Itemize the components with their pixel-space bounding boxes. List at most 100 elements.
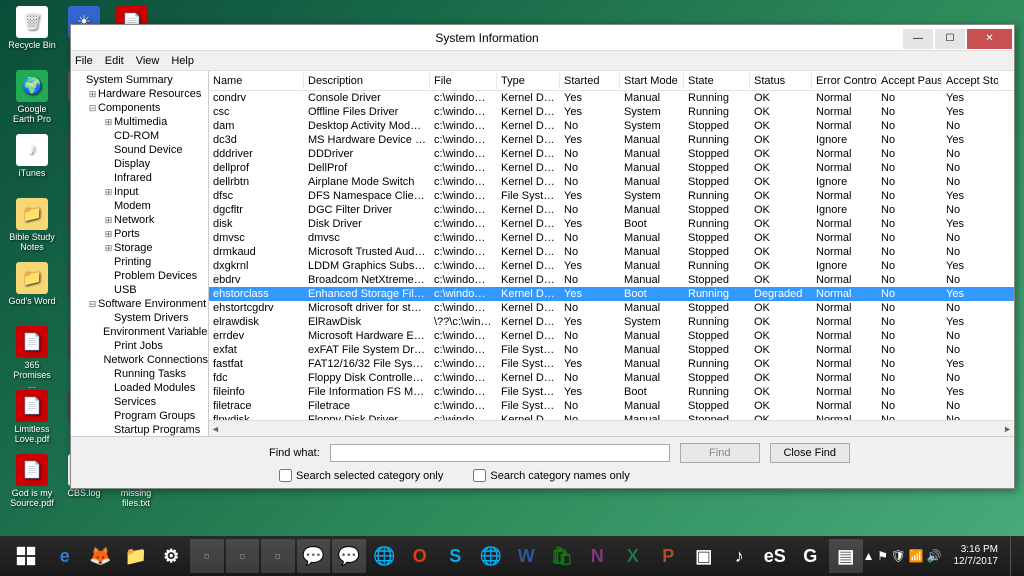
desktop-icon[interactable]: 🗑Recycle Bin xyxy=(8,6,56,50)
taskbar-app[interactable]: N xyxy=(581,539,615,573)
taskbar-app[interactable]: 💬 xyxy=(297,539,331,573)
desktop-icon[interactable]: 📄God is my Source.pdf xyxy=(8,454,56,508)
tray-icon[interactable]: ▲ xyxy=(863,549,875,563)
column-header[interactable]: Start Mode xyxy=(620,73,684,89)
taskbar-app[interactable]: 💬 xyxy=(332,539,366,573)
expand-icon[interactable]: ⊞ xyxy=(103,187,114,198)
tree-node[interactable]: Services xyxy=(71,395,208,409)
taskbar-app[interactable]: ▤ xyxy=(829,539,863,573)
column-header[interactable]: Accept Pause xyxy=(877,73,942,89)
menu-file[interactable]: File xyxy=(75,55,93,67)
expand-icon[interactable]: ⊞ xyxy=(103,117,114,128)
taskbar-app[interactable]: eS xyxy=(758,539,792,573)
tree-node[interactable]: Startup Programs xyxy=(71,423,208,436)
desktop-icon[interactable]: 📄Limitless Love.pdf xyxy=(8,390,56,444)
taskbar-app[interactable]: ▫ xyxy=(261,539,295,573)
table-row[interactable]: drmkaudMicrosoft Trusted Audio Driversc:… xyxy=(209,245,1014,259)
expand-icon[interactable]: ⊟ xyxy=(87,299,98,310)
tray-icon[interactable]: 🔊 xyxy=(927,549,942,563)
table-row[interactable]: exfatexFAT File System Driverc:\windows\… xyxy=(209,343,1014,357)
expand-icon[interactable]: ⊞ xyxy=(87,89,98,100)
tree-node[interactable]: CD-ROM xyxy=(71,129,208,143)
tray-icon[interactable]: ⚑ xyxy=(877,549,888,563)
find-input[interactable] xyxy=(330,444,670,462)
tree-node[interactable]: ⊞Network xyxy=(71,213,208,227)
taskbar-app[interactable]: ▫ xyxy=(226,539,260,573)
table-row[interactable]: dxgkrnlLDDM Graphics Subsystemc:\windows… xyxy=(209,259,1014,273)
table-row[interactable]: fileinfoFile Information FS MiniFilterc:… xyxy=(209,385,1014,399)
tree-node[interactable]: Printing xyxy=(71,255,208,269)
search-selected-checkbox[interactable]: Search selected category only xyxy=(279,469,443,482)
tree-node[interactable]: USB xyxy=(71,283,208,297)
tree-node[interactable]: ⊞Hardware Resources xyxy=(71,87,208,101)
taskbar-app[interactable]: ▣ xyxy=(687,539,721,573)
tree-node[interactable]: Display xyxy=(71,157,208,171)
column-header[interactable]: Started xyxy=(560,73,620,89)
table-row[interactable]: dddriverDDDriverc:\windows\s…Kernel Driv… xyxy=(209,147,1014,161)
table-row[interactable]: fdcFloppy Disk Controller Driverc:\windo… xyxy=(209,371,1014,385)
tree-node[interactable]: Network Connections xyxy=(71,353,208,367)
expand-icon[interactable]: ⊟ xyxy=(87,103,98,114)
table-row[interactable]: dellprofDellProfc:\windows\s…Kernel Driv… xyxy=(209,161,1014,175)
column-header[interactable]: State xyxy=(684,73,750,89)
desktop-icon[interactable]: ♪iTunes xyxy=(8,134,56,178)
tray-icon[interactable]: 🛡 xyxy=(891,549,906,563)
titlebar[interactable]: System Information — ☐ ✕ xyxy=(71,25,1014,51)
tree-node[interactable]: Print Jobs xyxy=(71,339,208,353)
taskbar-app[interactable]: ⚙ xyxy=(155,539,189,573)
minimize-button[interactable]: — xyxy=(903,29,933,49)
table-row[interactable]: condrvConsole Driverc:\windows\s…Kernel … xyxy=(209,91,1014,105)
tree-node[interactable]: System Drivers xyxy=(71,311,208,325)
table-row[interactable]: filetraceFiletracec:\windows\s…File Syst… xyxy=(209,399,1014,413)
column-header[interactable]: Accept Stop xyxy=(942,73,999,89)
tree-node[interactable]: Problem Devices xyxy=(71,269,208,283)
table-row[interactable]: diskDisk Driverc:\windows\s…Kernel Drive… xyxy=(209,217,1014,231)
tree-node[interactable]: ⊞Storage xyxy=(71,241,208,255)
desktop-icon[interactable]: 📁Bible Study Notes xyxy=(8,198,56,252)
expand-icon[interactable]: ⊞ xyxy=(103,229,114,240)
tree-node[interactable]: ⊟Software Environment xyxy=(71,297,208,311)
desktop-icon[interactable]: 📁God's Word xyxy=(8,262,56,306)
table-row[interactable]: ehstorclassEnhanced Storage Filter Drive… xyxy=(209,287,1014,301)
tree-node[interactable]: Running Tasks xyxy=(71,367,208,381)
tree-node[interactable]: Sound Device xyxy=(71,143,208,157)
menu-edit[interactable]: Edit xyxy=(105,55,124,67)
clock[interactable]: 3:16 PM 12/7/2017 xyxy=(948,544,1005,568)
system-tray[interactable]: ▲ ⚑ 🛡 📶 🔊 3:16 PM 12/7/2017 xyxy=(863,536,1020,576)
taskbar-app[interactable]: X xyxy=(616,539,650,573)
desktop-icon[interactable]: 🌍Google Earth Pro xyxy=(8,70,56,124)
column-header[interactable]: Description xyxy=(304,73,430,89)
find-button[interactable]: Find xyxy=(680,443,760,463)
close-find-button[interactable]: Close Find xyxy=(770,443,850,463)
tree-node[interactable]: Program Groups xyxy=(71,409,208,423)
tree-node[interactable]: System Summary xyxy=(71,73,208,87)
taskbar-app[interactable]: 📁 xyxy=(119,539,153,573)
category-tree[interactable]: System Summary⊞Hardware Resources⊟Compon… xyxy=(71,71,209,436)
table-row[interactable]: elrawdiskElRawDisk\??\c:\windo…Kernel Dr… xyxy=(209,315,1014,329)
tree-node[interactable]: ⊞Ports xyxy=(71,227,208,241)
menu-help[interactable]: Help xyxy=(171,55,194,67)
table-row[interactable]: damDesktop Activity Moderator Dr…c:\wind… xyxy=(209,119,1014,133)
table-row[interactable]: flpydiskFloppy Disk Driverc:\windows\s…K… xyxy=(209,413,1014,420)
tree-node[interactable]: Infrared xyxy=(71,171,208,185)
table-row[interactable]: dgcfltrDGC Filter Driverc:\windows\s…Ker… xyxy=(209,203,1014,217)
table-row[interactable]: errdevMicrosoft Hardware Error Dev…c:\wi… xyxy=(209,329,1014,343)
grid-body[interactable]: condrvConsole Driverc:\windows\s…Kernel … xyxy=(209,91,1014,420)
tree-node[interactable]: Loaded Modules xyxy=(71,381,208,395)
tree-node[interactable]: ⊟Components xyxy=(71,101,208,115)
taskbar-app[interactable]: P xyxy=(652,539,686,573)
taskbar-app[interactable]: 🦊 xyxy=(84,539,118,573)
horizontal-scrollbar[interactable]: ◄► xyxy=(209,420,1014,436)
search-names-checkbox[interactable]: Search category names only xyxy=(473,469,629,482)
table-row[interactable]: dellrbtnAirplane Mode Switchc:\windows\s… xyxy=(209,175,1014,189)
tray-icon[interactable]: 📶 xyxy=(909,549,924,563)
taskbar-app[interactable]: e xyxy=(48,539,82,573)
grid-header[interactable]: NameDescriptionFileTypeStartedStart Mode… xyxy=(209,71,1014,91)
expand-icon[interactable]: ⊞ xyxy=(103,243,114,254)
table-row[interactable]: dc3dMS Hardware Device Detectio…c:\windo… xyxy=(209,133,1014,147)
tree-node[interactable]: ⊞Input xyxy=(71,185,208,199)
table-row[interactable]: dmvscdmvscc:\windows\s…Kernel DriverNoMa… xyxy=(209,231,1014,245)
table-row[interactable]: cscOffline Files Driverc:\windows\s…Kern… xyxy=(209,105,1014,119)
tree-node[interactable]: Environment Variables xyxy=(71,325,208,339)
table-row[interactable]: ehstortcgdrvMicrosoft driver for storage… xyxy=(209,301,1014,315)
